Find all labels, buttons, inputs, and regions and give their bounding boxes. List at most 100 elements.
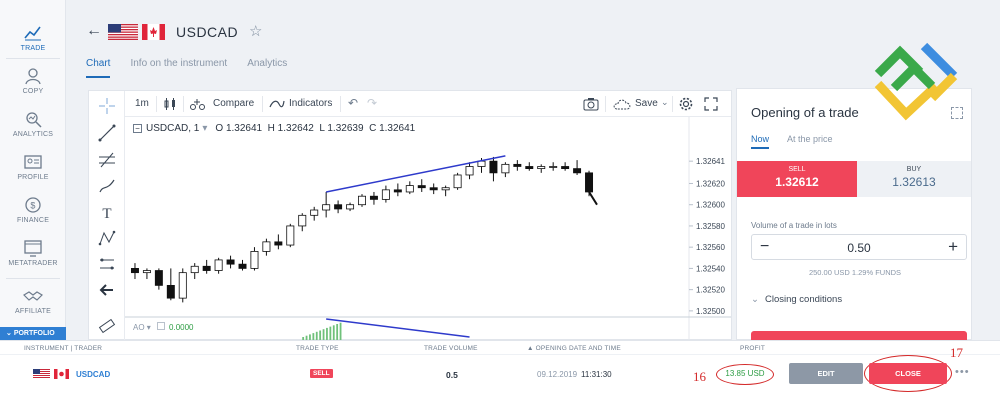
nav-item-copy[interactable]: COPY [0, 67, 66, 95]
candle-body [250, 251, 259, 269]
compare-button[interactable]: Compare [213, 98, 254, 109]
portfolio-label: PORTFOLIO [13, 330, 55, 337]
nav-item-affiliate[interactable]: AFFILIATE [0, 287, 66, 315]
instrument-header: ← USDCAD ☆ Chart Info on the instrument … [66, 0, 1000, 88]
toolbar-divider [156, 96, 157, 112]
candles-icon[interactable] [163, 97, 177, 111]
candle-body [513, 163, 522, 167]
indicators-icon[interactable] [269, 99, 285, 109]
camera-icon[interactable] [583, 97, 599, 111]
fib-tool-icon[interactable] [97, 151, 117, 169]
volume-label: Volume of a trade in lots [751, 221, 837, 230]
arrow-left-icon[interactable] [97, 281, 117, 299]
nav-divider [6, 58, 60, 59]
price-plot[interactable]: 1.32641 1.32620 1.32600 1.32580 1.32560 1.325… [125, 117, 731, 341]
candle-body [477, 160, 486, 167]
fullscreen-icon[interactable] [704, 97, 718, 111]
column-header-date[interactable]: ▲ OPENING DATE AND TIME [527, 345, 621, 352]
crosshair-icon[interactable] [97, 97, 117, 115]
closing-conditions-label: Closing conditions [764, 294, 843, 305]
portfolio-tab[interactable]: ⌄ PORTFOLIO [0, 327, 66, 340]
candle-body [226, 259, 235, 265]
volume-increase-button[interactable]: + [948, 237, 958, 257]
favorite-star-icon[interactable]: ☆ [249, 22, 262, 40]
nav-item-finance[interactable]: $ FINANCE [0, 196, 66, 224]
copy-user-icon [25, 68, 41, 85]
save-button[interactable]: Save [635, 98, 658, 109]
tab-at-price[interactable]: At the price [787, 134, 833, 149]
tab-info[interactable]: Info on the instrument [130, 58, 227, 78]
nav-item-profile[interactable]: PROFILE [0, 153, 66, 181]
volume-input[interactable]: 0.50 [752, 241, 966, 255]
nav-item-label: TRADE [20, 45, 46, 52]
candle-body [525, 166, 534, 170]
undo-icon[interactable]: ↶ [348, 96, 358, 110]
candle-body [489, 160, 498, 174]
table-row: USDCAD SELL 0.5 09.12.2019 11:31:30 13.85… [0, 354, 1000, 393]
candle-body [537, 166, 546, 170]
row-date: 09.12.2019 11:31:30 [537, 370, 612, 379]
chevron-down-icon[interactable]: ▾ [202, 123, 207, 134]
row-profit: 13.85 USD [716, 364, 774, 385]
cloud-icon[interactable] [613, 98, 631, 110]
ao-value: 0.0000 [169, 323, 194, 332]
ruler-icon[interactable] [97, 317, 117, 335]
measure-tool-icon[interactable] [97, 255, 117, 273]
candle-body [405, 185, 414, 193]
tab-chart[interactable]: Chart [86, 58, 111, 78]
candle-body [369, 195, 378, 200]
nav-item-trade[interactable]: TRADE [0, 24, 66, 52]
y-tick-label: 1.32620 [696, 179, 725, 188]
column-header-volume: TRADE VOLUME [424, 345, 478, 352]
legend-close: C 1.32641 [369, 123, 416, 134]
more-options-icon[interactable]: ••• [955, 366, 970, 378]
candle-body [274, 241, 283, 246]
chevron-down-icon[interactable]: ⌄ [661, 97, 669, 108]
legend-symbol: USDCAD, 1 [146, 123, 200, 134]
interval-button[interactable]: 1m [135, 98, 149, 109]
collapse-icon[interactable]: − [133, 124, 142, 133]
portfolio-table-header: INSTRUMENT | TRADER TRADE TYPE TRADE VOL… [0, 340, 1000, 354]
row-instrument[interactable]: USDCAD [76, 370, 110, 379]
candlestick-chart: 1.32641 1.32620 1.32600 1.32580 1.32560 1.325… [125, 117, 731, 341]
y-tick-label: 1.32580 [696, 222, 725, 231]
settings-box-icon[interactable] [157, 322, 166, 330]
back-arrow-icon[interactable]: ← [86, 22, 102, 40]
sell-button[interactable]: SELL 1.32612 [737, 161, 857, 197]
toolbar-divider [605, 96, 606, 112]
buy-button[interactable]: BUY 1.32613 [857, 161, 971, 197]
pattern-tool-icon[interactable] [97, 229, 117, 247]
indicators-button[interactable]: Indicators [289, 98, 332, 109]
chevron-down-icon: ⌄ [751, 294, 759, 305]
candle-body [130, 268, 139, 274]
gear-icon[interactable] [678, 96, 694, 112]
text-tool-icon[interactable]: T [97, 203, 117, 221]
candle-body [334, 204, 343, 210]
y-tick-label: 1.32520 [696, 286, 725, 295]
left-navigation: TRADE COPY ANALYTICS PROFILE $ FINANCE M… [0, 0, 66, 340]
y-tick-label: 1.32560 [696, 243, 725, 252]
y-tick-label: 1.32500 [696, 307, 725, 316]
nav-item-label: ANALYTICS [12, 131, 54, 138]
toolbar-divider [672, 96, 673, 112]
brand-logo-icon [874, 42, 958, 121]
redo-icon[interactable]: ↷ [367, 96, 377, 110]
close-trade-button[interactable]: CLOSE [869, 363, 947, 384]
compare-icon[interactable] [189, 97, 207, 111]
brush-icon[interactable] [97, 177, 117, 195]
volume-info: 250.00 USD 1.29% FUNDS [808, 268, 902, 277]
nav-item-metatrader[interactable]: METATRADER [0, 239, 66, 267]
tab-analytics[interactable]: Analytics [247, 58, 287, 78]
candle-body [202, 265, 211, 271]
tab-now[interactable]: Now [751, 134, 770, 149]
nav-item-analytics[interactable]: ANALYTICS [0, 110, 66, 138]
ao-label: AO [133, 323, 145, 332]
closing-conditions-toggle[interactable]: ⌄ Closing conditions [751, 294, 842, 305]
candle-body [142, 270, 151, 274]
chart-toolbar: 1m Compare Indicators ↶ ↷ Save ⌄ [125, 91, 731, 117]
y-tick-label: 1.32540 [696, 264, 725, 273]
trend-line-icon[interactable] [97, 124, 117, 142]
candle-body [238, 263, 247, 269]
edit-button[interactable]: EDIT [789, 363, 863, 384]
toolbar-divider [183, 96, 184, 112]
